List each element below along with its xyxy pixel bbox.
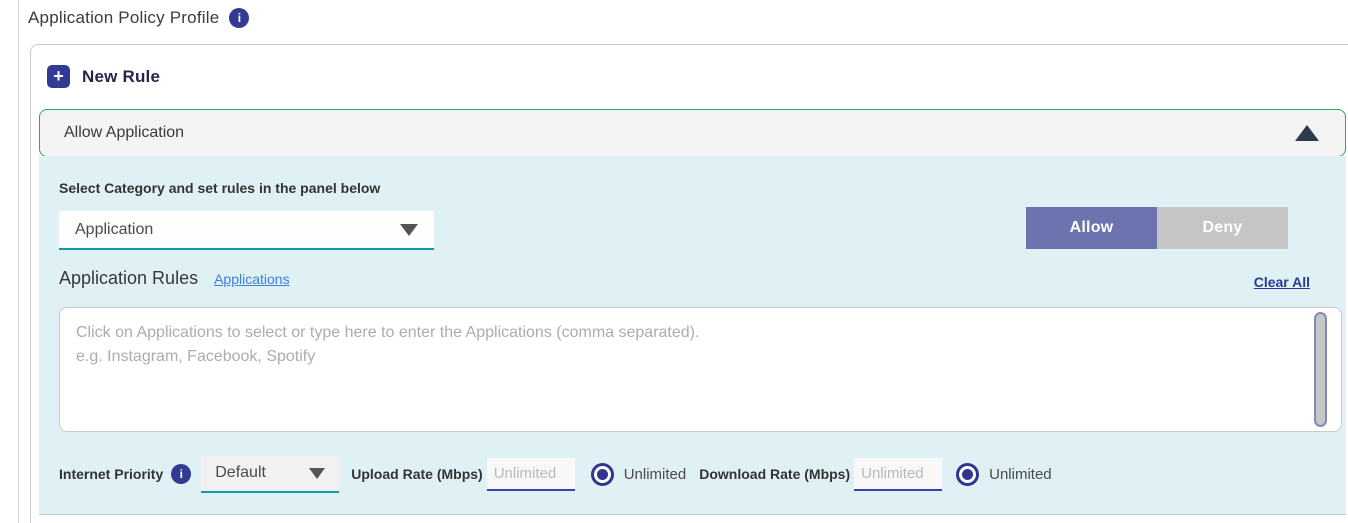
priority-row: Internet Priority i Default Upload Rate … [59, 454, 1338, 494]
rules-header: Application Rules Applications [59, 268, 290, 289]
upload-unlimited-label: Unlimited [624, 466, 687, 483]
rules-heading: Application Rules [59, 268, 198, 289]
new-rule-label: New Rule [82, 67, 160, 87]
textarea-placeholder-line1: Click on Applications to select or type … [76, 321, 1301, 345]
plus-icon: + [47, 65, 70, 88]
action-toggle: Allow Deny [1026, 207, 1288, 249]
deny-button[interactable]: Deny [1157, 207, 1288, 249]
internet-priority-label: Internet Priority [59, 466, 163, 482]
textarea-placeholder-line2: e.g. Instagram, Facebook, Spotify [76, 345, 1301, 369]
category-hint-label: Select Category and set rules in the pan… [59, 180, 380, 196]
new-rule-button[interactable]: + New Rule [47, 65, 160, 88]
info-icon[interactable]: i [229, 8, 249, 28]
page-header: Application Policy Profile i [28, 8, 249, 28]
radio-dot [962, 469, 973, 480]
priority-dropdown-value: Default [215, 464, 266, 482]
priority-dropdown[interactable]: Default [201, 456, 339, 493]
chevron-down-icon [400, 224, 418, 236]
upload-rate-label: Upload Rate (Mbps) [351, 466, 482, 482]
allow-button[interactable]: Allow [1026, 207, 1157, 249]
collapse-arrow-icon[interactable] [1295, 125, 1319, 141]
chevron-down-icon [309, 468, 325, 479]
applications-textarea[interactable]: Click on Applications to select or type … [59, 307, 1342, 432]
rule-panel-body: Select Category and set rules in the pan… [39, 156, 1346, 515]
priority-info-icon[interactable]: i [171, 464, 191, 484]
textarea-scrollbar-thumb[interactable] [1314, 312, 1327, 427]
download-unlimited-radio[interactable] [956, 463, 979, 486]
category-dropdown[interactable]: Application [59, 211, 434, 250]
left-page-divider [18, 0, 19, 523]
download-rate-label: Download Rate (Mbps) [699, 466, 850, 482]
radio-dot [597, 469, 608, 480]
download-rate-input[interactable] [854, 458, 942, 491]
download-unlimited-label: Unlimited [989, 466, 1052, 483]
rule-accordion-header[interactable]: Allow Application [39, 109, 1346, 157]
category-dropdown-value: Application [75, 221, 153, 239]
upload-rate-input[interactable] [487, 458, 575, 491]
application-policy-screen: Application Policy Profile i + New Rule … [0, 0, 1348, 523]
upload-unlimited-radio[interactable] [591, 463, 614, 486]
page-title: Application Policy Profile [28, 8, 219, 28]
policy-card: + New Rule Allow Application Select Cate… [30, 44, 1348, 523]
rule-accordion-title: Allow Application [64, 124, 1295, 142]
applications-link[interactable]: Applications [214, 271, 290, 287]
clear-all-link[interactable]: Clear All [1254, 274, 1310, 290]
